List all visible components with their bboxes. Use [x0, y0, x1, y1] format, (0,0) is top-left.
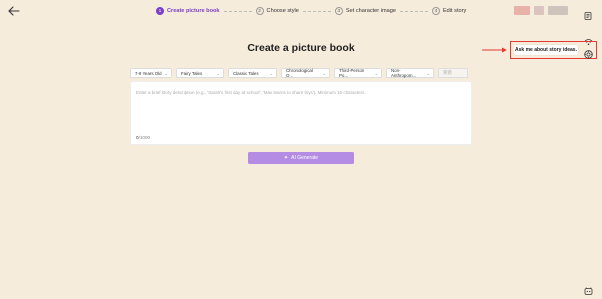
ai-generate-button[interactable]: ✦ AI Generate — [248, 152, 354, 164]
select-value: 7-9 Years Old — [135, 70, 162, 76]
step-label: Choose style — [266, 8, 299, 14]
theme-select[interactable]: Classic Tales ⌄ — [228, 68, 277, 78]
step-number: 4 — [431, 7, 440, 15]
select-value: Third-Person Po... — [339, 68, 365, 78]
chevron-down-icon: ⌄ — [426, 70, 430, 76]
point-of-view-select[interactable]: Third-Person Po... ⌄ — [334, 68, 382, 78]
story-description-input[interactable]: Enter a brief story description (e.g., '… — [130, 81, 472, 145]
select-value: Classic Tales — [233, 70, 259, 76]
back-button[interactable] — [8, 6, 20, 16]
description-placeholder: Enter a brief story description (e.g., '… — [136, 90, 366, 95]
step-divider — [399, 10, 428, 12]
user-account-area[interactable] — [514, 6, 568, 15]
document-menu-icon[interactable] — [584, 7, 592, 20]
step-divider — [223, 10, 252, 12]
language-select[interactable]: 繁體 — [438, 68, 468, 78]
page-title: Create a picture book — [247, 42, 355, 54]
genre-select[interactable]: Fairy Tales ⌄ — [176, 68, 224, 78]
step-number: 3 — [334, 7, 343, 15]
step-label: Edit story — [442, 8, 467, 14]
step-create-picture-book: 1 Create picture book — [156, 7, 220, 15]
account-badge — [534, 6, 544, 15]
chevron-down-icon: ⌄ — [164, 70, 168, 76]
select-value: Chronological O... — [286, 68, 313, 78]
step-number: 1 — [156, 7, 164, 15]
arrow-left-icon — [8, 6, 20, 16]
account-name — [548, 6, 568, 15]
select-value: Non-Anthropom... — [391, 68, 417, 78]
counter-max: /1000 — [138, 135, 151, 140]
step-label: Set character image — [345, 8, 396, 14]
character-counter: 0/1000 — [136, 135, 150, 140]
step-label: Create picture book — [167, 8, 220, 14]
select-value: 繁體 — [443, 70, 452, 75]
chevron-down-icon: ⌄ — [322, 70, 326, 76]
chat-bot-icon[interactable] — [584, 283, 593, 295]
age-select[interactable]: 7-9 Years Old ⌄ — [130, 68, 172, 78]
chevron-down-icon: ⌄ — [374, 70, 378, 76]
step-set-character-image: 3 Set character image — [334, 7, 396, 15]
step-edit-story: 4 Edit story — [431, 7, 467, 15]
step-indicator: 1 Create picture book 2 Choose style 3 S… — [156, 5, 466, 17]
step-divider — [302, 10, 331, 12]
voice-icon[interactable] — [584, 33, 593, 46]
chevron-down-icon: ⌄ — [269, 70, 273, 76]
character-type-select[interactable]: Non-Anthropom... ⌄ — [386, 68, 434, 78]
select-value: Fairy Tales — [181, 70, 203, 76]
step-number: 2 — [255, 7, 264, 15]
step-choose-style: 2 Choose style — [255, 7, 299, 15]
sparkle-icon: ✦ — [283, 155, 289, 161]
avatar[interactable] — [514, 6, 530, 15]
narrative-order-select[interactable]: Chronological O... ⌄ — [281, 68, 330, 78]
ai-generate-label: AI Generate — [291, 155, 319, 161]
chevron-down-icon: ⌄ — [216, 70, 220, 76]
story-options-bar: 7-9 Years Old ⌄ Fairy Tales ⌄ Classic Ta… — [130, 68, 468, 78]
